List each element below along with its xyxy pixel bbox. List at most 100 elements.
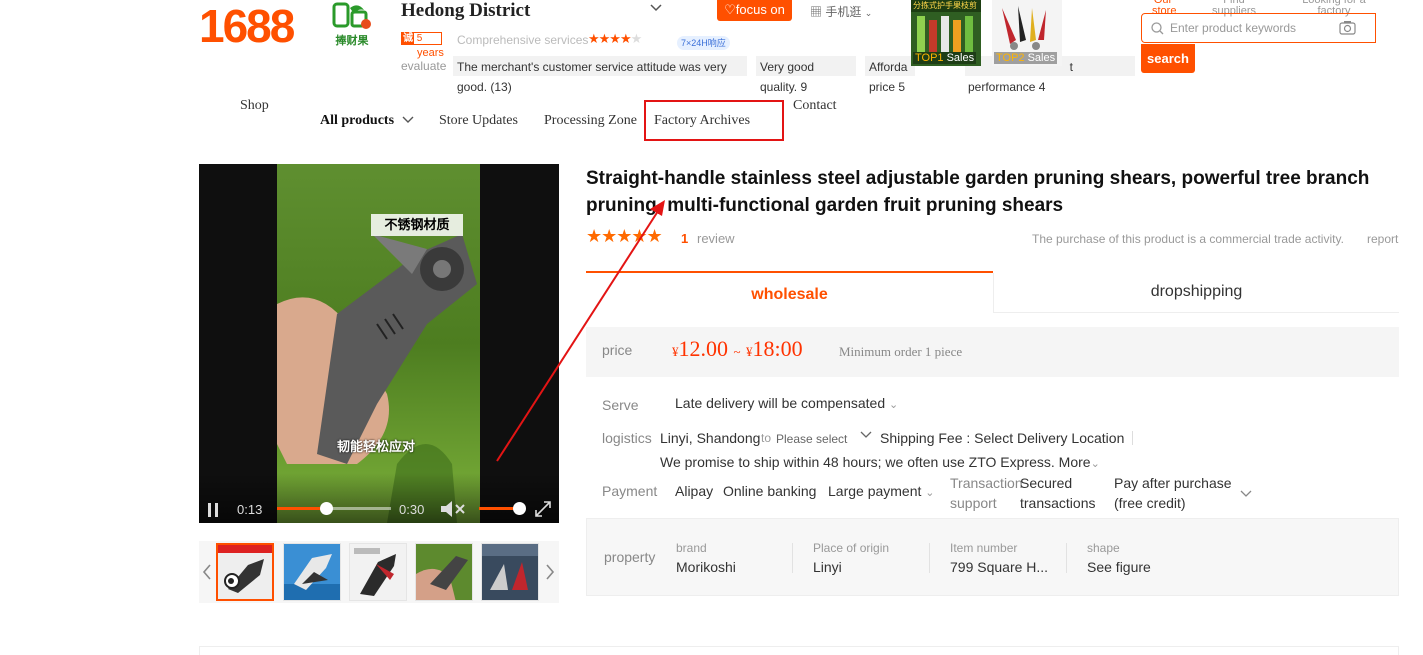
top1-tag: TOP1 Sales: [913, 52, 977, 64]
nav-shop[interactable]: Shop: [240, 98, 269, 114]
shipping-fee: Shipping Fee : Select Delivery Location: [880, 430, 1125, 446]
tab-dropshipping[interactable]: dropshipping: [993, 273, 1399, 313]
years-badge: 诚 5: [401, 32, 442, 45]
pay-after-line2: (free credit): [1114, 495, 1186, 511]
destination-select[interactable]: Please select: [776, 432, 847, 446]
eval-item-line2: good. (13): [457, 80, 512, 94]
pay-after-purchase: Pay after purchase (free credit): [1114, 473, 1232, 513]
evaluate-label: evaluate: [401, 59, 447, 73]
video-progress-track[interactable]: [277, 502, 391, 515]
property-key: brand: [676, 541, 707, 555]
logistics-label: logistics: [602, 430, 652, 446]
top2-tag: TOP2 Sales: [994, 52, 1058, 64]
top2-product[interactable]: TOP2 Sales: [992, 0, 1062, 66]
pause-icon[interactable]: [207, 502, 219, 518]
chevron-down-icon[interactable]: [650, 2, 662, 16]
product-title: Straight-handle stainless steel adjustab…: [586, 168, 1370, 216]
thumbnail-strip: [199, 541, 559, 603]
video-progress-knob[interactable]: [320, 502, 334, 515]
property-value: Morikoshi: [676, 559, 736, 575]
review-count[interactable]: 1: [681, 231, 688, 246]
trade-note: The purchase of this product is a commer…: [1032, 232, 1344, 246]
review-label[interactable]: review: [697, 231, 735, 246]
top1-label: Sales: [946, 52, 975, 64]
transaction-label-line2: support: [950, 495, 997, 511]
top2-label: Sales: [1027, 52, 1056, 64]
top1-rank: TOP1: [915, 52, 944, 64]
chevron-left-icon[interactable]: [201, 563, 213, 581]
property-value: See figure: [1087, 559, 1151, 575]
search-button[interactable]: search: [1141, 44, 1195, 73]
secured-line2: transactions: [1020, 495, 1096, 511]
thumbnail[interactable]: [349, 543, 407, 601]
report-link[interactable]: report: [1367, 232, 1398, 246]
eval-item: Afforda: [865, 56, 915, 76]
chevron-down-icon[interactable]: [860, 428, 872, 442]
tab-wholesale[interactable]: wholesale: [586, 271, 993, 315]
heart-icon: ♡: [724, 2, 736, 17]
shop-logo[interactable]: 捧财果: [328, 2, 376, 48]
price-high: 18:00: [752, 336, 803, 361]
shop-logo-caption: 捧财果: [335, 35, 369, 47]
property-key: Place of origin: [813, 541, 890, 555]
serve-value-text: Late delivery will be compensated: [675, 395, 886, 411]
top1-product[interactable]: 分拣式护手果枝剪 TOP1 Sales: [911, 0, 981, 66]
price-range: ¥12.00 ~ ¥18:00: [672, 336, 803, 362]
property-key: Item number: [950, 541, 1018, 555]
service-stars-filled: ★★★★: [588, 31, 632, 46]
transaction-label-line1: Transaction: [950, 475, 1023, 491]
eval-item-line2: quality. 9: [760, 80, 808, 94]
price-panel: price ¥12.00 ~ ¥18:00 Minimum order 1 pi…: [586, 327, 1399, 377]
chevron-down-icon[interactable]: [1240, 485, 1252, 503]
price-low: 12.00: [678, 336, 729, 361]
top1-banner: 分拣式护手果枝剪: [913, 1, 977, 10]
product-video[interactable]: 不锈钢材质 韧能轻松应对 0:13 0:30: [199, 164, 559, 523]
years-label: years: [417, 47, 444, 59]
mute-icon[interactable]: [440, 499, 466, 519]
logistics-promise[interactable]: We promise to ship within 48 hours; we o…: [660, 454, 1100, 470]
chevron-right-icon[interactable]: [544, 563, 556, 581]
property-item: Item number 799 Square H...: [950, 541, 1048, 575]
years-badge-prefix: 诚: [402, 33, 414, 44]
video-time-total: 0:30: [399, 502, 425, 517]
highlight-box: [644, 100, 784, 141]
shop-logo-mark: [332, 2, 371, 29]
thumbnail[interactable]: [283, 543, 341, 601]
nav-store-updates[interactable]: Store Updates: [439, 113, 518, 129]
property-item: shape See figure: [1087, 541, 1151, 575]
payment-online-banking: Online banking: [723, 483, 817, 499]
video-controls: 0:13 0:30: [199, 473, 559, 523]
logistics-origin: Linyi, Shandong: [660, 430, 761, 446]
chevron-down-icon: [402, 116, 414, 123]
thumbnail[interactable]: [415, 543, 473, 601]
shop-name[interactable]: Hedong District: [401, 0, 530, 22]
payment-large[interactable]: Large payment ⌄: [828, 483, 935, 499]
site-logo[interactable]: 1688: [199, 0, 295, 52]
video-time-current: 0:13: [237, 502, 263, 517]
search-input[interactable]: Enter product keywords: [1141, 13, 1376, 43]
nav-processing-zone[interactable]: Processing Zone: [544, 113, 637, 129]
volume-knob[interactable]: [512, 502, 526, 515]
fullscreen-icon[interactable]: [534, 500, 552, 518]
payment-large-text: Large payment: [828, 483, 922, 499]
serve-value[interactable]: Late delivery will be compensated ⌄: [675, 395, 898, 411]
nav-all-products[interactable]: All products: [320, 113, 414, 129]
focus-button[interactable]: ♡focus on: [717, 0, 792, 21]
property-value: Linyi: [813, 559, 842, 575]
nav-contact[interactable]: Contact: [793, 98, 837, 114]
top2-rank: TOP2: [996, 52, 1025, 64]
nav-all-products-label: All products: [320, 113, 395, 128]
mobile-browse-link[interactable]: ▦ 手机逛 ⌄: [810, 3, 872, 20]
camera-icon[interactable]: [1339, 20, 1356, 35]
property-value: 799 Square H...: [950, 559, 1049, 575]
chevron-down-icon: ⌄: [889, 399, 899, 411]
thumbnail[interactable]: [216, 543, 274, 601]
pay-after-line1: Pay after purchase: [1114, 475, 1232, 491]
thumbnail[interactable]: [481, 543, 539, 601]
volume-track[interactable]: [479, 502, 526, 515]
payment-alipay: Alipay: [675, 483, 714, 499]
chevron-down-icon: ⌄: [925, 487, 935, 499]
rating-stars: ★★★★★: [586, 226, 663, 246]
search-icon: [1151, 22, 1164, 35]
next-section-edge: [199, 646, 1399, 655]
